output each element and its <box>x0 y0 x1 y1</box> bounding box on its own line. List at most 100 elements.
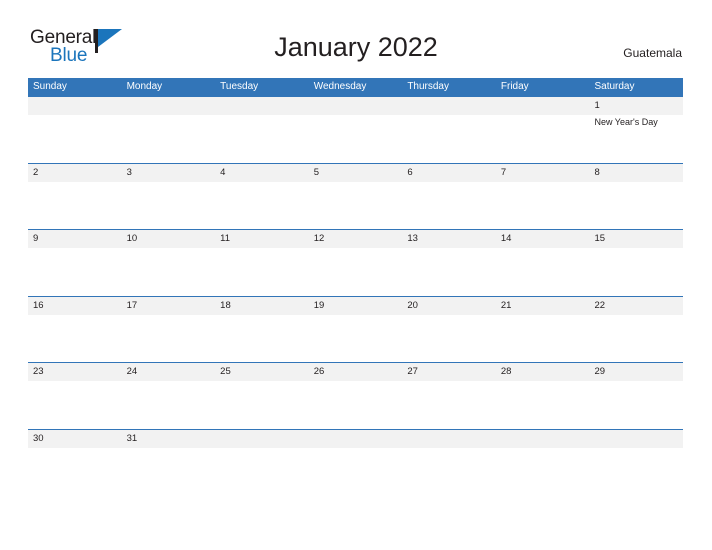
calendar-day-cell[interactable] <box>215 97 309 163</box>
page-title: January 2022 <box>274 32 438 62</box>
day-event <box>407 315 496 316</box>
calendar-day-cell[interactable]: 15 <box>589 230 683 296</box>
calendar-day-cell[interactable] <box>496 97 590 163</box>
day-number: 18 <box>220 299 231 311</box>
day-event <box>501 448 590 449</box>
weekday-header-row: Sunday Monday Tuesday Wednesday Thursday… <box>28 78 683 96</box>
day-event <box>127 448 216 449</box>
calendar-day-cell[interactable]: 26 <box>309 363 403 429</box>
calendar-day-cell[interactable]: 6 <box>402 164 496 230</box>
day-number: 7 <box>500 166 507 178</box>
calendar-day-cell[interactable]: 14 <box>496 230 590 296</box>
day-number: 5 <box>313 166 320 178</box>
day-event <box>501 315 590 316</box>
day-number: 31 <box>126 432 138 444</box>
day-number: 28 <box>500 366 512 377</box>
day-event <box>594 381 683 382</box>
calendar-day-cell[interactable]: 4 <box>215 164 309 230</box>
weekday-header-sunday: Sunday <box>33 81 67 92</box>
calendar-day-cell[interactable] <box>215 430 309 496</box>
day-number: 4 <box>220 166 226 178</box>
calendar-day-cell[interactable]: 3 <box>122 164 216 230</box>
day-event <box>33 315 122 316</box>
day-number: 25 <box>220 366 231 377</box>
weekday-header-thursday: Thursday <box>407 81 449 92</box>
calendar-grid: Sunday Monday Tuesday Wednesday Thursday… <box>28 78 683 495</box>
country-label: Guatemala <box>623 46 682 60</box>
day-event <box>407 182 496 183</box>
day-number: 9 <box>33 233 39 244</box>
calendar-day-cell[interactable]: 21 <box>496 297 590 363</box>
calendar-day-cell[interactable]: 20 <box>402 297 496 363</box>
calendar-day-cell[interactable]: 27 <box>402 363 496 429</box>
calendar-day-cell[interactable]: 10 <box>122 230 216 296</box>
day-number: 30 <box>33 432 44 444</box>
calendar-day-cell[interactable]: 22 <box>589 297 683 363</box>
day-number: 27 <box>407 366 418 377</box>
day-number: 10 <box>126 233 138 244</box>
calendar-day-cell[interactable] <box>402 97 496 163</box>
day-event <box>314 448 403 449</box>
calendar-day-cell[interactable]: 2 <box>28 164 122 230</box>
calendar-day-cell[interactable]: 19 <box>309 297 403 363</box>
day-event <box>407 448 496 449</box>
calendar-day-cell[interactable]: 11 <box>215 230 309 296</box>
calendar-day-cell[interactable]: 16 <box>28 297 122 363</box>
calendar-day-cell[interactable] <box>402 430 496 496</box>
calendar-day-cell[interactable] <box>309 97 403 163</box>
day-number: 15 <box>594 233 606 244</box>
calendar-day-cell[interactable]: 28 <box>496 363 590 429</box>
day-event <box>127 381 216 382</box>
calendar-day-cell[interactable]: 31 <box>122 430 216 496</box>
calendar-week-row: 2 3 4 5 6 7 8 <box>28 162 683 230</box>
day-event <box>220 248 309 249</box>
day-event <box>33 115 122 116</box>
day-event <box>220 315 309 316</box>
day-number: 11 <box>220 233 231 244</box>
calendar-day-cell[interactable] <box>309 430 403 496</box>
calendar-day-cell[interactable]: 12 <box>309 230 403 296</box>
day-number: 24 <box>126 366 138 377</box>
calendar-day-cell[interactable]: 5 <box>309 164 403 230</box>
day-number: 3 <box>126 166 132 178</box>
calendar-day-cell[interactable]: 18 <box>215 297 309 363</box>
day-number: 22 <box>594 299 606 311</box>
day-event <box>33 448 122 449</box>
calendar-day-cell[interactable] <box>496 430 590 496</box>
day-number: 6 <box>407 166 413 178</box>
calendar-week-row: 16 17 18 19 20 21 22 <box>28 295 683 363</box>
day-event <box>501 248 590 249</box>
day-number: 2 <box>33 166 39 178</box>
weekday-header-monday: Monday <box>126 81 163 92</box>
day-event <box>407 115 496 116</box>
calendar-day-cell[interactable]: 30 <box>28 430 122 496</box>
day-event <box>127 248 216 249</box>
day-event <box>594 182 683 183</box>
day-event <box>220 381 309 382</box>
calendar-day-cell[interactable]: 1 New Year's Day <box>589 97 683 163</box>
calendar-day-cell[interactable]: 8 <box>589 164 683 230</box>
calendar-week-row: 9 10 11 12 13 14 15 <box>28 229 683 296</box>
day-event <box>594 248 683 249</box>
day-event <box>314 248 403 249</box>
calendar-day-cell[interactable]: 9 <box>28 230 122 296</box>
calendar-day-cell[interactable] <box>589 430 683 496</box>
calendar-day-cell[interactable] <box>122 97 216 163</box>
calendar-day-cell[interactable]: 13 <box>402 230 496 296</box>
calendar-day-cell[interactable]: 17 <box>122 297 216 363</box>
page-header: General Blue January 2022 Guatemala <box>0 0 712 76</box>
calendar-day-cell[interactable]: 29 <box>589 363 683 429</box>
day-number: 20 <box>407 299 418 311</box>
day-event <box>220 182 309 183</box>
calendar-day-cell[interactable] <box>28 97 122 163</box>
day-number: 29 <box>594 366 606 377</box>
day-number: 16 <box>33 299 44 311</box>
calendar-day-cell[interactable]: 25 <box>215 363 309 429</box>
day-event <box>314 115 403 116</box>
day-number: 21 <box>500 299 512 311</box>
calendar-day-cell[interactable]: 24 <box>122 363 216 429</box>
day-event <box>501 182 590 183</box>
calendar-day-cell[interactable]: 7 <box>496 164 590 230</box>
calendar-day-cell[interactable]: 23 <box>28 363 122 429</box>
day-event <box>407 248 496 249</box>
